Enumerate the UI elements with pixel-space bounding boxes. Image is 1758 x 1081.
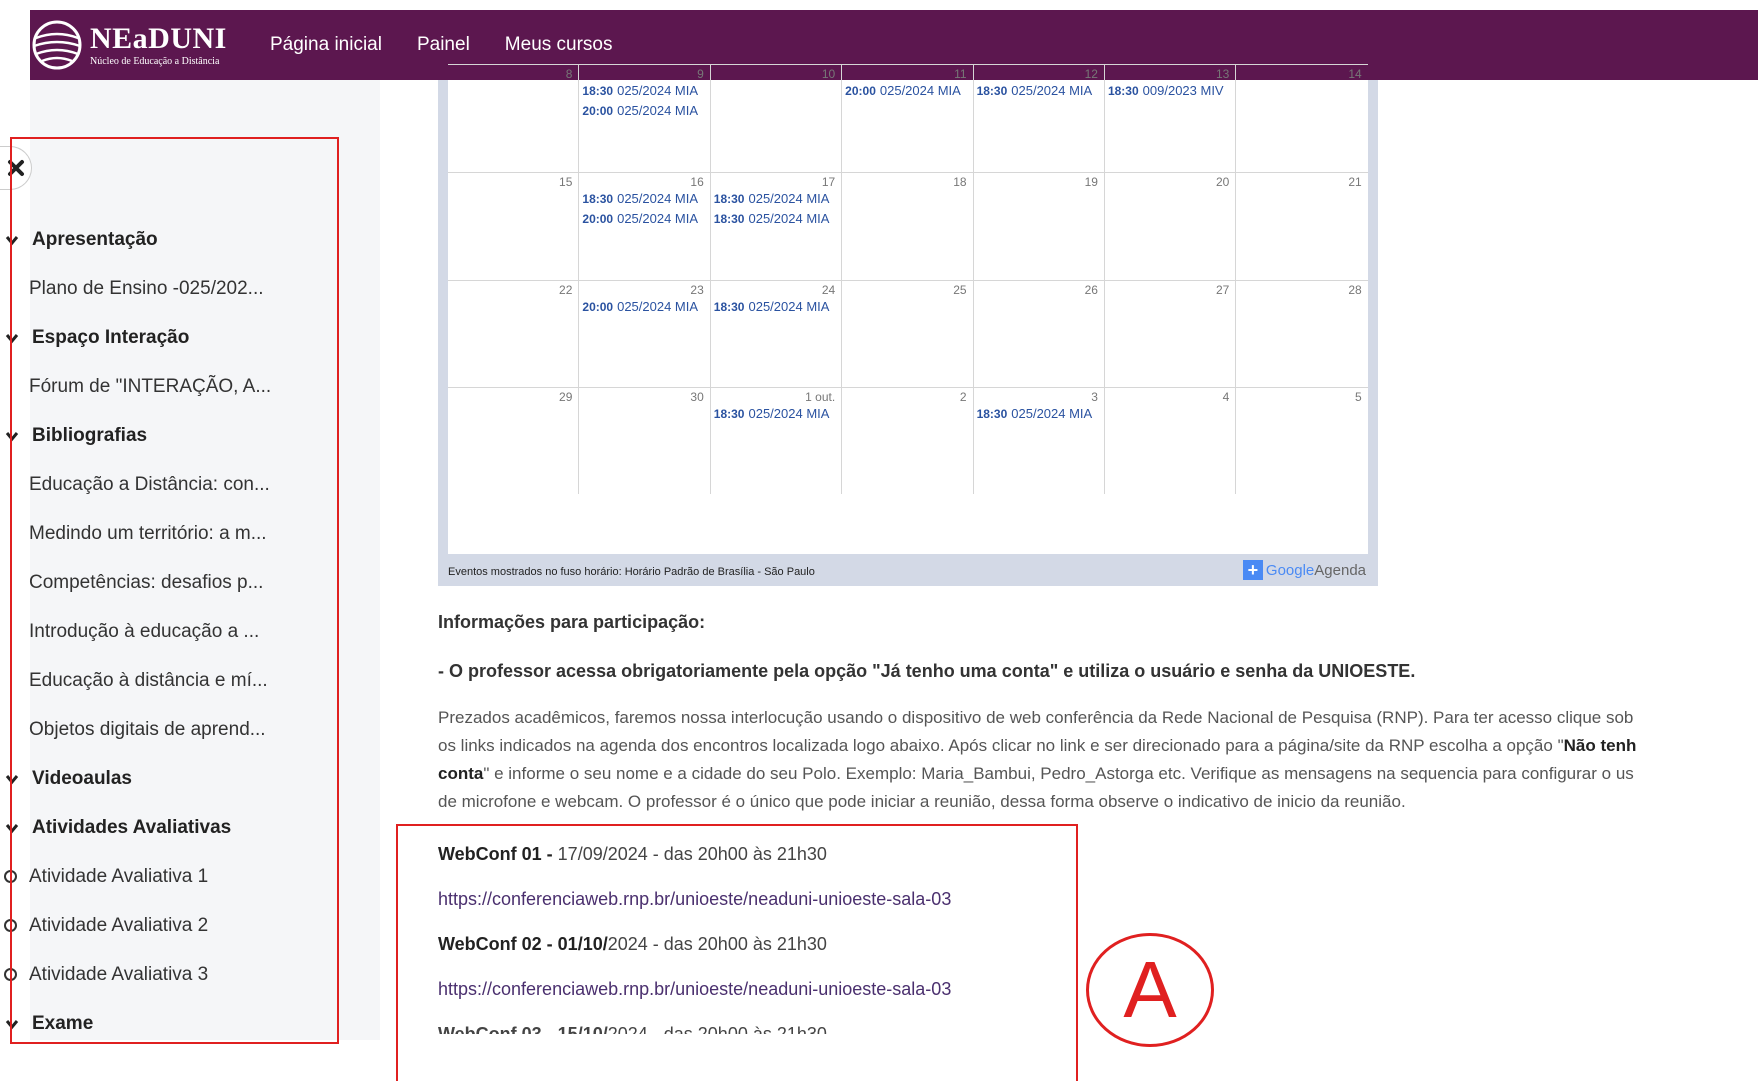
calendar-event[interactable]: 18:30 025/2024 MIA	[582, 189, 710, 209]
calendar-day-cell[interactable]: 15	[448, 173, 580, 280]
calendar-event[interactable]: 20:00 025/2024 MIA	[845, 81, 973, 101]
instructions-line-2: os links indicados na agenda dos encontr…	[438, 736, 1637, 755]
professor-note: - O professor acessa obrigatoriamente pe…	[438, 661, 1416, 681]
calendar-event[interactable]: 18:30 025/2024 MIA	[714, 209, 842, 229]
calendar-day-number: 30	[690, 390, 704, 404]
calendar-day-cell[interactable]: 5	[1236, 388, 1367, 494]
calendar-day-number: 29	[559, 390, 573, 404]
calendar-event[interactable]: 20:00 025/2024 MIA	[582, 101, 710, 121]
calendar-day-number: 20	[1215, 175, 1230, 189]
calendar-event[interactable]: 20:00 025/2024 MIA	[582, 209, 710, 229]
brand-subtitle: Núcleo de Educação a Distância	[90, 55, 220, 67]
calendar-day-number: 2	[959, 390, 967, 404]
calendar-day-cell[interactable]: 24 18:30 025/2024 MIA	[711, 281, 843, 387]
google-label: Google	[1265, 561, 1315, 579]
calendar-day-cell[interactable]: 19	[974, 173, 1105, 280]
calendar-day-number: 1 out.	[805, 390, 836, 404]
calendar-day-number: 16	[690, 175, 704, 189]
calendar-day-cell[interactable]: 17 18:30 025/2024 MIA 18:30 025/2024 MIA	[711, 173, 843, 280]
calendar-day-cell[interactable]: 28	[1236, 281, 1367, 387]
calendar-day-cell[interactable]: 29	[448, 388, 580, 494]
calendar-day-number: 12	[1084, 67, 1098, 81]
calendar-day-number: 4	[1222, 390, 1230, 404]
calendar-day-number: 18	[953, 175, 967, 189]
calendar-day-number: 19	[1084, 175, 1098, 189]
calendar-day-number: 15	[559, 175, 573, 189]
calendar-day-cell[interactable]: 26	[974, 281, 1105, 387]
calendar-day-number: 28	[1348, 283, 1362, 297]
calendar-day-cell[interactable]: 16 18:30 025/2024 MIA 20:00 025/2024 MIA	[579, 173, 711, 280]
calendar-day-cell[interactable]: 18	[842, 173, 974, 280]
google-calendar-embed: 8 9 18:30 025/2024 MIA 20:00 025/2024 MIA 10 11…	[438, 64, 1378, 586]
calendar-event[interactable]: 18:30 025/2024 MIA	[977, 404, 1105, 424]
calendar-event[interactable]: 20:00 025/2024 MIA	[582, 297, 710, 317]
globe-logo-icon	[32, 20, 82, 70]
calendar-day-number: 21	[1348, 175, 1362, 189]
calendar-day-number: 13	[1215, 67, 1230, 81]
calendar-day-number: 27	[1215, 283, 1230, 297]
calendar-day-cell[interactable]: 4	[1105, 388, 1237, 494]
instructions-line-4: de microfone e webcam. O professor é o ú…	[438, 792, 1406, 811]
calendar-day-cell[interactable]: 20	[1105, 173, 1237, 280]
instructions-line-3: conta" e informe o seu nome e a cidade d…	[438, 764, 1634, 783]
calendar-day-cell[interactable]: 14	[1236, 65, 1367, 172]
highlight-box-sidebar	[10, 137, 339, 1044]
calendar-week-row: 22 23 20:00 025/2024 MIA 24 18:30 025/2024 MIA…	[448, 280, 1368, 387]
calendar-timezone-note: Eventos mostrados no fuso horário: Horár…	[448, 566, 815, 578]
calendar-day-cell[interactable]: 2	[842, 388, 974, 494]
calendar-day-number: 23	[690, 283, 704, 297]
calendar-day-cell[interactable]: 10	[711, 65, 843, 172]
calendar-event[interactable]: 18:30 025/2024 MIA	[714, 189, 842, 209]
calendar-day-number: 14	[1348, 67, 1362, 81]
nav-link-home[interactable]: Página inicial	[270, 34, 382, 56]
calendar-grid: 8 9 18:30 025/2024 MIA 20:00 025/2024 MIA 10 11…	[448, 64, 1368, 554]
agenda-label: Agenda	[1314, 561, 1366, 579]
calendar-day-cell[interactable]: 11 20:00 025/2024 MIA	[842, 65, 974, 172]
calendar-day-cell[interactable]: 3 18:30 025/2024 MIA	[974, 388, 1105, 494]
calendar-day-number: 8	[565, 67, 573, 81]
calendar-day-cell[interactable]: 12 18:30 025/2024 MIA	[974, 65, 1105, 172]
calendar-day-cell[interactable]: 13 18:30 009/2023 MIV	[1105, 65, 1237, 172]
highlight-box-webconf	[396, 824, 1078, 1081]
calendar-event[interactable]: 18:30 025/2024 MIA	[977, 81, 1105, 101]
calendar-day-number: 26	[1084, 283, 1098, 297]
calendar-day-cell[interactable]: 27	[1105, 281, 1237, 387]
calendar-day-cell[interactable]: 25	[842, 281, 974, 387]
calendar-day-number: 11	[954, 67, 967, 81]
calendar-day-number: 10	[821, 67, 836, 81]
calendar-day-number: 17	[821, 175, 836, 189]
calendar-day-number: 9	[697, 67, 704, 81]
calendar-day-cell[interactable]: 21	[1236, 173, 1367, 280]
brand-title: NEaDUNI	[90, 21, 227, 55]
calendar-day-cell[interactable]: 9 18:30 025/2024 MIA 20:00 025/2024 MIA	[579, 65, 711, 172]
nav-link-dashboard[interactable]: Painel	[417, 34, 470, 56]
nav-links: Página inicial Painel Meus cursos	[270, 34, 648, 56]
info-heading: Informações para participação:	[438, 612, 706, 632]
instructions-line-1: Prezados acadêmicos, faremos nossa inter…	[438, 708, 1634, 727]
calendar-day-number: 22	[559, 283, 573, 297]
calendar-day-cell[interactable]: 8	[448, 65, 580, 172]
calendar-day-cell[interactable]: 1 out. 18:30 025/2024 MIA	[711, 388, 843, 494]
calendar-event[interactable]: 18:30 009/2023 MIV	[1108, 81, 1236, 101]
calendar-event[interactable]: 18:30 025/2024 MIA	[714, 404, 842, 424]
calendar-day-number: 25	[953, 283, 967, 297]
brand-logo[interactable]: NEaDUNI Núcleo de Educação a Distância	[30, 10, 270, 80]
calendar-event[interactable]: 18:30 025/2024 MIA	[582, 81, 710, 101]
calendar-day-cell[interactable]: 22	[448, 281, 580, 387]
calendar-day-number: 3	[1091, 390, 1098, 404]
google-agenda-button[interactable]: + Google Agenda	[1242, 560, 1366, 580]
calendar-week-row: 15 16 18:30 025/2024 MIA 20:00 025/2024 MIA 17…	[448, 172, 1368, 280]
calendar-week-row: 29 30 1 out. 18:30 025/2024 MIA 2 3 18:30 025/20…	[448, 387, 1368, 494]
plus-icon: +	[1242, 560, 1263, 580]
calendar-day-number: 5	[1355, 390, 1362, 404]
calendar-event[interactable]: 18:30 025/2024 MIA	[714, 297, 842, 317]
nav-link-my-courses[interactable]: Meus cursos	[505, 34, 613, 56]
calendar-day-cell[interactable]: 23 20:00 025/2024 MIA	[579, 281, 711, 387]
annotation-marker-a: A	[1086, 933, 1214, 1047]
calendar-day-cell[interactable]: 30	[579, 388, 711, 494]
calendar-day-number: 24	[821, 283, 836, 297]
calendar-week-row: 8 9 18:30 025/2024 MIA 20:00 025/2024 MIA 10 11…	[448, 64, 1368, 172]
